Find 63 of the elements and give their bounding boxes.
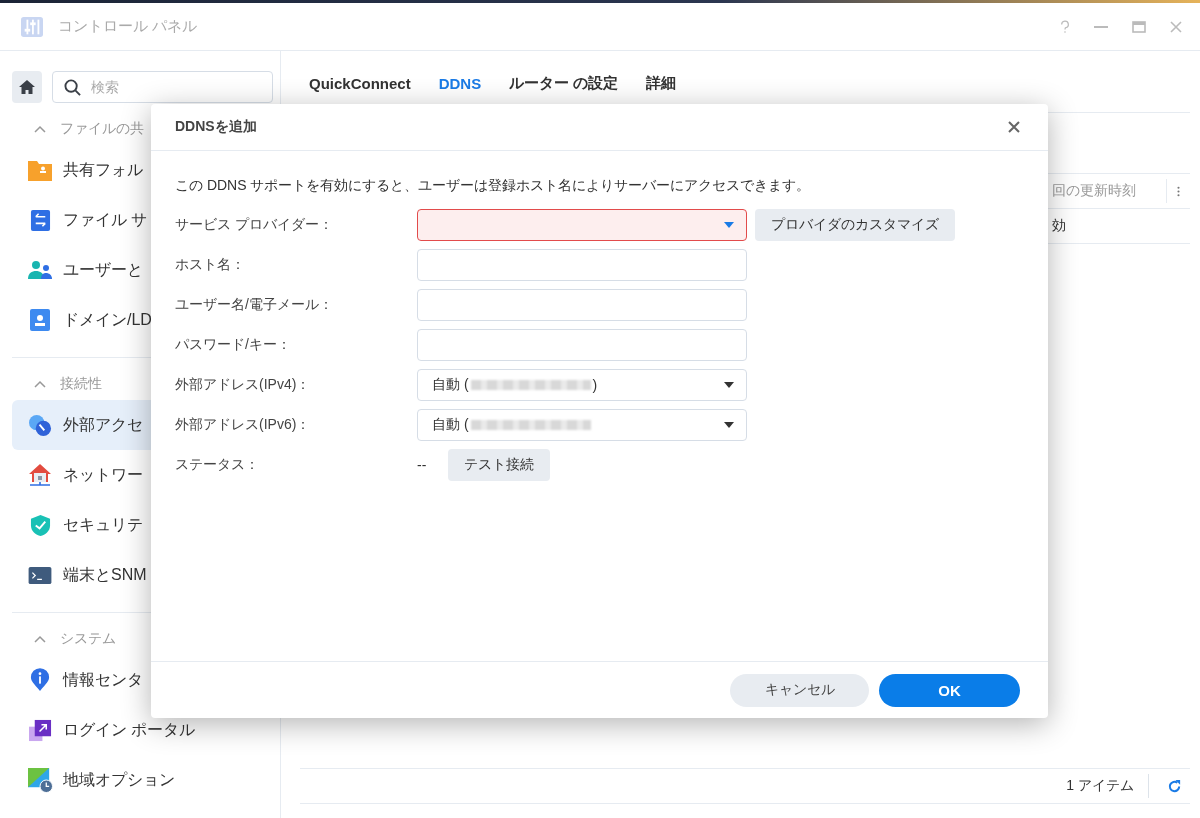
tab[interactable]: ルーター の設定 — [509, 72, 619, 94]
more-vertical-icon — [1177, 184, 1180, 198]
ok-button[interactable]: OK — [879, 673, 1020, 707]
contact-card-icon — [30, 308, 50, 332]
help-icon[interactable] — [1060, 19, 1070, 34]
action-button[interactable]: プロバイダのカスタマイズ — [755, 209, 955, 241]
tab[interactable]: 詳細 — [646, 72, 677, 94]
chevron-icon — [34, 380, 46, 388]
map-clock-icon — [27, 767, 53, 793]
cancel-button[interactable]: キャンセル — [730, 673, 869, 707]
info-pin-icon — [30, 668, 50, 692]
dropdown-field[interactable]: 自動 ( — [417, 409, 747, 441]
folder-icon — [28, 159, 52, 181]
chevron-icon — [34, 125, 46, 133]
minimize-icon[interactable] — [1094, 25, 1108, 28]
chevron-icon — [34, 635, 46, 643]
house-network-icon — [28, 463, 52, 487]
table-cell-text: 効 — [1052, 217, 1067, 235]
sidebar-item[interactable]: 地域オプション — [12, 755, 280, 805]
file-transfer-icon — [29, 208, 51, 232]
description-text: この DDNS サポートを有効にすると、ユーザーは登録ホスト名によりサーバーにアクセスできます。 — [175, 177, 812, 195]
field-label: パスワード/キー： — [175, 336, 292, 354]
dropdown-field[interactable]: 自動 ( ) — [417, 369, 747, 401]
close-button[interactable] — [1006, 119, 1022, 135]
input-field[interactable] — [417, 249, 747, 281]
refresh-icon — [1167, 778, 1182, 794]
caret-icon — [724, 422, 734, 428]
dropdown-value: 自動 ( — [432, 376, 469, 394]
input-field[interactable] — [417, 329, 747, 361]
app-icon — [20, 15, 44, 38]
dropdown-value: 自動 ( — [432, 416, 469, 434]
caret-icon — [724, 222, 734, 228]
input-field[interactable] — [417, 289, 747, 321]
shield-check-icon — [29, 513, 51, 537]
item-count: 1 アイテム — [1066, 777, 1134, 795]
field-label: サービス プロバイダー： — [175, 216, 334, 234]
terminal-icon — [28, 565, 52, 585]
close-icon — [1008, 121, 1020, 133]
tab[interactable]: QuickConnect — [309, 72, 411, 94]
maximize-icon[interactable] — [1132, 20, 1146, 33]
field-label: ユーザー名/電子メール： — [175, 296, 334, 314]
dropdown-value: ) — [592, 377, 598, 393]
home-button[interactable] — [12, 71, 42, 103]
login-arrow-icon — [28, 718, 52, 742]
tab[interactable]: DDNS — [438, 72, 482, 94]
sidebar-item[interactable]: ログイン ポータル — [12, 705, 280, 755]
sidebar-item[interactable]: 端末とSNM — [12, 550, 280, 600]
sidebar-item[interactable]: セキュリテ — [12, 500, 280, 550]
caret-icon — [724, 382, 734, 388]
action-button[interactable]: テスト接続 — [448, 449, 551, 481]
search-field[interactable]: 検索 — [52, 71, 273, 103]
search-icon — [64, 79, 81, 96]
close-icon[interactable] — [1170, 20, 1182, 33]
field-label: ホスト名： — [175, 256, 246, 274]
dropdown-field[interactable] — [417, 209, 747, 241]
sidebar-item[interactable]: 情報センタ — [12, 655, 280, 705]
dialog-title: DDNSを追加 — [175, 118, 257, 136]
users-icon — [28, 260, 52, 280]
home-icon — [18, 79, 36, 95]
window-title: コントロール パネル — [58, 17, 198, 36]
field-label: ステータス： — [175, 456, 260, 474]
field-label: 外部アドレス(IPv4)： — [175, 376, 312, 394]
status-value: -- — [417, 457, 427, 473]
